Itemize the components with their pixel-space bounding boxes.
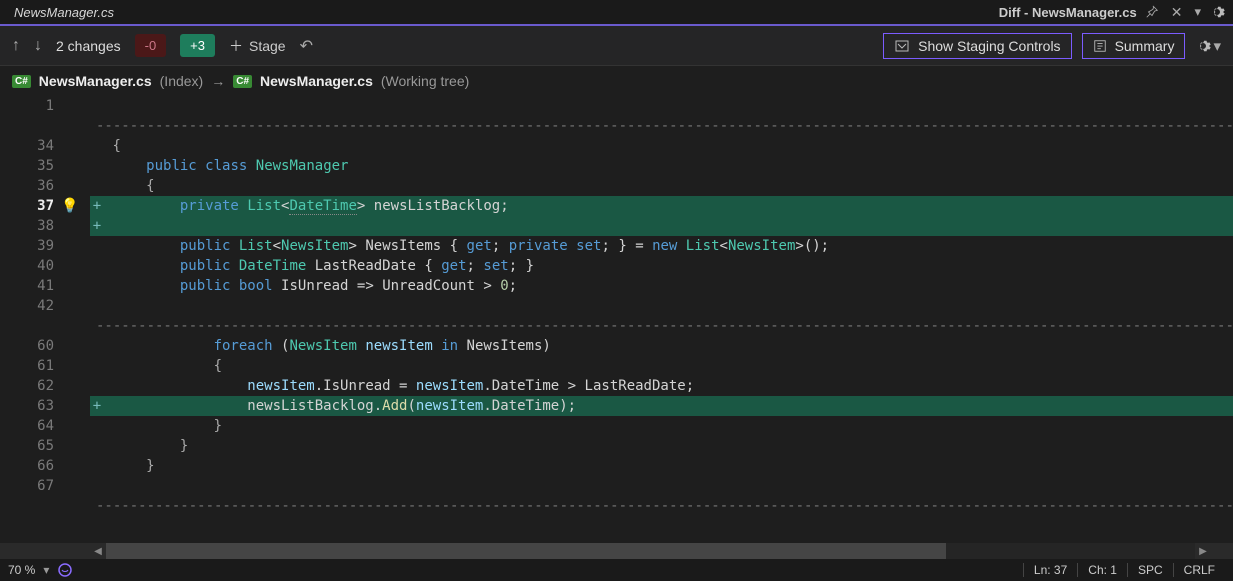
line-number: 40	[0, 258, 60, 274]
additions-badge: +3	[180, 34, 215, 57]
line-number: 67	[0, 478, 60, 494]
gutter: 1 34 35 36 37💡 38 39 40 41 42 60 61 62 6…	[0, 96, 90, 543]
line-number: 35	[0, 158, 60, 174]
line-number: 63	[0, 398, 60, 414]
arrow-icon: →	[211, 73, 225, 89]
line-number: 1	[0, 98, 60, 114]
summary-icon	[1093, 39, 1107, 53]
toolbar-right: Show Staging Controls Summary ▾	[883, 33, 1221, 59]
status-bar: 70 % ▾ Ln: 37 Ch: 1 SPC CRLF	[0, 559, 1233, 581]
stage-button[interactable]: ＋ Stage	[229, 36, 286, 56]
addition-marker: +	[90, 398, 104, 414]
show-staging-controls-button[interactable]: Show Staging Controls	[883, 33, 1071, 59]
line-number: 61	[0, 358, 60, 374]
line-number: 65	[0, 438, 60, 454]
line-number: 66	[0, 458, 60, 474]
zoom-level[interactable]: 70 %	[8, 563, 35, 577]
separator: ----------------------------------------…	[96, 498, 1233, 514]
line-number: 64	[0, 418, 60, 434]
lightbulb-icon[interactable]: 💡	[60, 198, 80, 214]
scroll-left-icon[interactable]: ◀	[90, 546, 106, 557]
line-number: 42	[0, 298, 60, 314]
stage-label: Stage	[249, 38, 286, 54]
line-number: 39	[0, 238, 60, 254]
scrollbar-horizontal[interactable]: ◀ ▶	[0, 543, 1233, 559]
prev-change-icon[interactable]: ↑	[12, 37, 20, 55]
toolbar: ↑ ↓ 2 changes -0 +3 ＋ Stage ↶ Show Stagi…	[0, 26, 1233, 66]
hscroll-track[interactable]	[106, 543, 1195, 559]
status-eol[interactable]: CRLF	[1173, 563, 1225, 577]
breadcrumb-file-left: NewsManager.cs	[39, 73, 152, 89]
next-change-icon[interactable]: ↓	[34, 37, 42, 55]
csharp-badge: C#	[12, 75, 31, 88]
chevron-down-icon[interactable]: ▾	[1194, 4, 1201, 20]
summary-button[interactable]: Summary	[1082, 33, 1186, 59]
feedback-icon[interactable]	[57, 562, 73, 578]
tab-bar: NewsManager.cs Diff - NewsManager.cs ✕ ▾	[0, 0, 1233, 26]
line-number: 34	[0, 138, 60, 154]
summary-label: Summary	[1115, 38, 1175, 54]
line-number: 60	[0, 338, 60, 354]
status-col[interactable]: Ch: 1	[1077, 563, 1127, 577]
tab-label: NewsManager.cs	[14, 5, 114, 20]
line-number: 37	[0, 198, 60, 214]
tab-file[interactable]: NewsManager.cs	[0, 0, 128, 24]
chevron-down-icon: ▾	[1213, 37, 1221, 55]
status-line[interactable]: Ln: 37	[1023, 563, 1077, 577]
undo-icon[interactable]: ↶	[300, 36, 313, 56]
breadcrumb-suffix-right: (Working tree)	[381, 73, 469, 89]
gear-icon[interactable]	[1209, 4, 1225, 20]
scroll-right-icon[interactable]: ▶	[1195, 546, 1211, 557]
line-number: 38	[0, 218, 60, 234]
addition-marker: +	[90, 218, 104, 234]
csharp-badge: C#	[233, 75, 252, 88]
status-indent[interactable]: SPC	[1127, 563, 1173, 577]
editor: 1 34 35 36 37💡 38 39 40 41 42 60 61 62 6…	[0, 96, 1233, 543]
breadcrumb-file-right: NewsManager.cs	[260, 73, 373, 89]
pin-icon[interactable]	[1145, 5, 1159, 19]
staging-icon	[894, 38, 910, 54]
diff-title: Diff - NewsManager.cs	[999, 5, 1137, 20]
show-staging-label: Show Staging Controls	[918, 38, 1060, 54]
code-area[interactable]: ----------------------------------------…	[90, 96, 1233, 543]
line-number: 62	[0, 378, 60, 394]
line-number: 41	[0, 278, 60, 294]
tab-right-group: Diff - NewsManager.cs ✕ ▾	[999, 0, 1233, 24]
close-icon[interactable]: ✕	[1167, 4, 1187, 21]
breadcrumb-suffix-left: (Index)	[160, 73, 204, 89]
hscroll-thumb[interactable]	[106, 543, 946, 559]
breadcrumb: C# NewsManager.cs (Index) → C# NewsManag…	[0, 66, 1233, 96]
plus-icon: ＋	[229, 36, 243, 56]
separator: ----------------------------------------…	[96, 318, 1233, 334]
deletions-badge: -0	[135, 34, 167, 57]
separator: ----------------------------------------…	[96, 118, 1233, 134]
chevron-down-icon[interactable]: ▾	[43, 563, 49, 577]
settings-button[interactable]: ▾	[1195, 37, 1221, 55]
line-number: 36	[0, 178, 60, 194]
addition-marker: +	[90, 198, 104, 214]
changes-count: 2 changes	[56, 38, 121, 54]
